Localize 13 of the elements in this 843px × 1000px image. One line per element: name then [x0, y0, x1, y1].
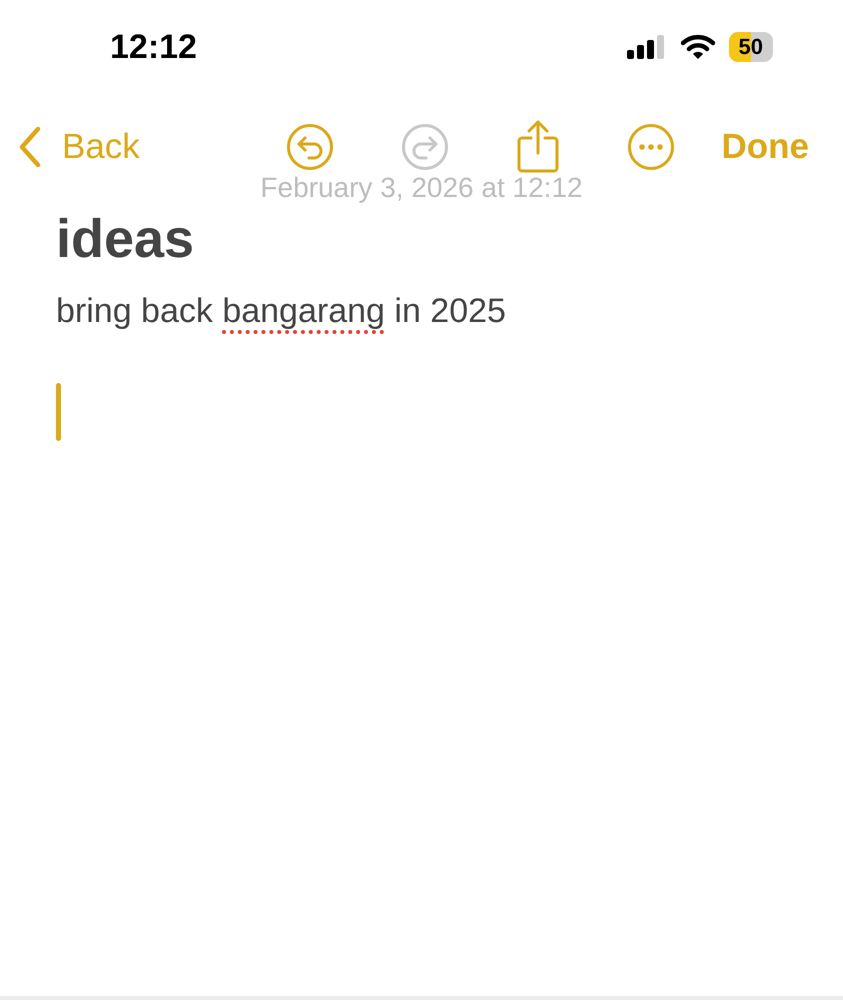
wifi-icon	[680, 34, 715, 60]
note-title: ideas	[56, 208, 196, 270]
text-cursor	[56, 383, 61, 441]
chevron-left-icon	[18, 126, 42, 168]
note-date: February 3, 2026 at 12:12	[259, 172, 584, 204]
signal-icon	[626, 35, 667, 59]
note-text: bring back bangarang in 2025	[56, 292, 507, 331]
done-button[interactable]: Done	[722, 127, 809, 167]
status-time: 12:12	[110, 28, 197, 66]
back-button[interactable]: Back	[18, 126, 140, 168]
more-icon[interactable]	[627, 123, 676, 171]
undo-icon[interactable]	[286, 123, 334, 171]
share-icon[interactable]	[516, 120, 560, 174]
